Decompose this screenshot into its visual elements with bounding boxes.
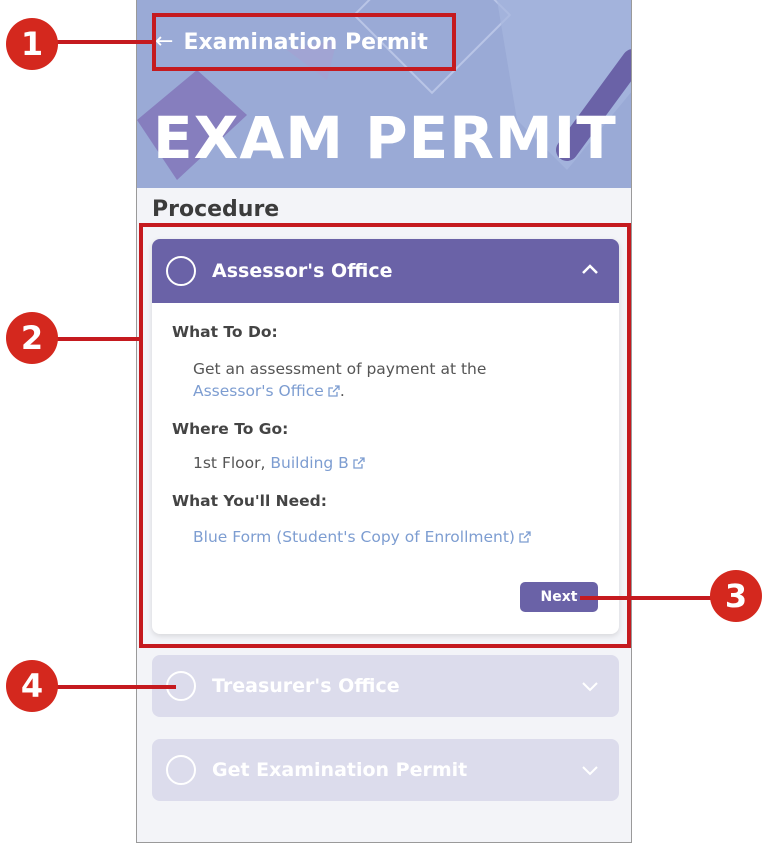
annotation-box-1 xyxy=(152,13,456,71)
banner-title: EXAM PERMIT xyxy=(153,104,617,172)
annotation-badge-3: 3 xyxy=(710,570,762,622)
step-title: Treasurer's Office xyxy=(212,675,400,697)
annotation-badge-2: 2 xyxy=(6,312,58,364)
annotation-line-4 xyxy=(50,685,176,689)
annotation-line-1 xyxy=(50,40,154,44)
step-title: Get Examination Permit xyxy=(212,759,468,781)
step-card-get-permit[interactable]: Get Examination Permit xyxy=(152,739,619,801)
annotation-badge-1: 1 xyxy=(6,18,58,70)
chevron-down-icon[interactable] xyxy=(579,759,601,781)
step-status-circle-icon xyxy=(166,755,196,785)
section-title: Procedure xyxy=(152,197,280,222)
chevron-down-icon[interactable] xyxy=(579,675,601,697)
annotation-badge-4: 4 xyxy=(6,660,58,712)
annotation-line-3 xyxy=(580,596,720,600)
annotation-line-2 xyxy=(50,337,140,341)
step-card-treasurer[interactable]: Treasurer's Office xyxy=(152,655,619,717)
annotation-box-2 xyxy=(139,223,631,648)
